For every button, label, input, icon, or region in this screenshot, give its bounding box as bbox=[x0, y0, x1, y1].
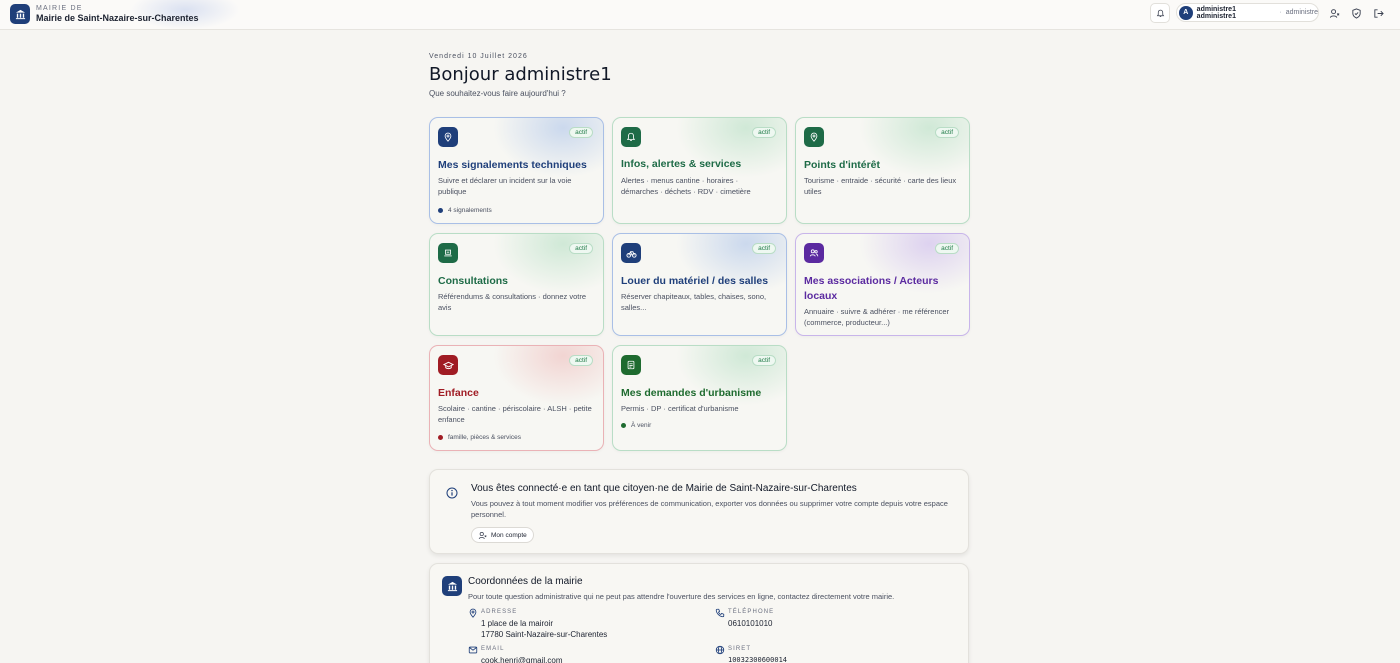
info-icon bbox=[446, 487, 458, 499]
contact-title: Coordonnées de la mairie bbox=[468, 576, 583, 587]
profile-settings-icon[interactable] bbox=[1328, 7, 1340, 19]
card-footnote-text: À venir bbox=[631, 422, 652, 429]
phone-field: TÉLÉPHONE 0610101010 bbox=[715, 608, 775, 629]
status-badge: actif bbox=[752, 243, 776, 254]
card-footnote-text: famille, pièces & services bbox=[448, 434, 521, 441]
info-description: Vous pouvez à tout moment modifier vos p… bbox=[471, 499, 948, 519]
card-infos[interactable]: actif Infos, alertes & services Alertes … bbox=[612, 117, 787, 224]
user-separator: · bbox=[1279, 9, 1282, 16]
address-line-1: 1 place de la mairoir bbox=[481, 619, 554, 628]
notifications-button[interactable] bbox=[1150, 3, 1170, 23]
card-title: Mes demandes d'urbanisme bbox=[621, 387, 762, 399]
card-description: Alertes · menus cantine · horaires · dém… bbox=[621, 176, 751, 196]
card-description: Réserver chapiteaux, tables, chaises, so… bbox=[621, 292, 767, 312]
address-line-2: 17780 Saint-Nazaire-sur-Charentes bbox=[481, 630, 608, 639]
status-badge: actif bbox=[752, 127, 776, 138]
card-title: Louer du matériel / des salles bbox=[621, 275, 769, 287]
card-urbanisme[interactable]: actif Mes demandes d'urbanisme Permis · … bbox=[612, 345, 787, 451]
card-description: Scolaire · cantine · périscolaire · ALSH… bbox=[438, 404, 592, 424]
card-description: Permis · DP · certificat d'urbanisme bbox=[621, 404, 739, 413]
page-title: Bonjour administre1 bbox=[429, 64, 612, 85]
current-date: Vendredi 10 Juillet 2026 bbox=[429, 53, 528, 60]
user-settings-icon bbox=[478, 531, 487, 539]
card-description: Suivre et déclarer un incident sur la vo… bbox=[438, 176, 572, 196]
card-title: Enfance bbox=[438, 387, 479, 399]
card-enfance[interactable]: actif Enfance Scolaire · cantine · péris… bbox=[429, 345, 604, 451]
map-pin-icon bbox=[438, 127, 458, 147]
phone-value[interactable]: 0610101010 bbox=[728, 618, 774, 629]
status-dot bbox=[438, 208, 443, 213]
phone-icon bbox=[715, 608, 725, 618]
status-badge: actif bbox=[752, 355, 776, 366]
status-badge: actif bbox=[935, 127, 959, 138]
card-location-materiel[interactable]: actif Louer du matériel / des salles Rés… bbox=[612, 233, 787, 336]
email-label: EMAIL bbox=[481, 646, 505, 652]
ballot-icon bbox=[438, 243, 458, 263]
graduation-cap-icon bbox=[438, 355, 458, 375]
siret-field: SIRET 10032300600014 bbox=[715, 645, 788, 663]
map-pin-icon bbox=[804, 127, 824, 147]
email-value[interactable]: cook.henri@gmail.com bbox=[481, 655, 562, 663]
user-menu[interactable]: A administre1 administre1 · administre bbox=[1176, 3, 1319, 22]
logout-icon[interactable] bbox=[1372, 7, 1384, 19]
card-associations[interactable]: actif Mes associations / Acteurs locaux … bbox=[795, 233, 970, 336]
status-badge: actif bbox=[935, 243, 959, 254]
card-signalements[interactable]: actif Mes signalements techniques Suivre… bbox=[429, 117, 604, 224]
town-hall-icon bbox=[10, 4, 30, 24]
card-consultations[interactable]: actif Consultations Référendums & consul… bbox=[429, 233, 604, 336]
card-title: Mes signalements techniques bbox=[438, 159, 587, 171]
card-title: Points d'intérêt bbox=[804, 159, 881, 171]
globe-icon bbox=[715, 645, 725, 655]
citizen-info-panel: Vous êtes connecté·e en tant que citoyen… bbox=[429, 469, 969, 554]
top-bar: MAIRIE DE Mairie de Saint-Nazaire-sur-Ch… bbox=[0, 0, 1400, 30]
card-points-interet[interactable]: actif Points d'intérêt Tourisme · entrai… bbox=[795, 117, 970, 224]
card-title: Consultations bbox=[438, 275, 508, 287]
mail-icon bbox=[468, 646, 478, 654]
status-badge: actif bbox=[569, 243, 593, 254]
bicycle-icon bbox=[621, 243, 641, 263]
shield-icon[interactable] bbox=[1350, 7, 1362, 19]
document-icon bbox=[621, 355, 641, 375]
status-badge: actif bbox=[569, 355, 593, 366]
card-description: Tourisme · entraide · sécurité · carte d… bbox=[804, 176, 957, 196]
card-description: Référendums & consultations · donnez vot… bbox=[438, 292, 586, 312]
status-dot bbox=[621, 423, 626, 428]
users-icon bbox=[804, 243, 824, 263]
address-field: ADRESSE 1 place de la mairoir 17780 Sain… bbox=[469, 608, 608, 640]
siret-label: SIRET bbox=[728, 646, 752, 652]
brand-kicker: MAIRIE DE bbox=[36, 4, 83, 12]
town-hall-icon bbox=[442, 576, 462, 596]
map-pin-icon bbox=[469, 608, 477, 618]
contact-description: Pour toute question administrative qui n… bbox=[468, 592, 895, 601]
status-badge: actif bbox=[569, 127, 593, 138]
status-dot bbox=[438, 435, 443, 440]
user-name: administre1 administre1 bbox=[1196, 5, 1236, 20]
avatar: A bbox=[1179, 5, 1193, 20]
brand[interactable]: MAIRIE DE Mairie de Saint-Nazaire-sur-Ch… bbox=[10, 4, 199, 24]
info-title: Vous êtes connecté·e en tant que citoyen… bbox=[471, 483, 857, 494]
card-description: Annuaire · suivre & adhérer · me référen… bbox=[804, 307, 950, 327]
card-title: Infos, alertes & services bbox=[621, 158, 742, 170]
bell-icon bbox=[1156, 9, 1164, 17]
card-footnote-text: 4 signalements bbox=[448, 207, 492, 214]
my-account-button[interactable]: Mon compte bbox=[471, 527, 534, 543]
user-role: administre bbox=[1285, 9, 1318, 16]
bell-icon bbox=[621, 127, 641, 147]
siret-value: 10032300600014 bbox=[728, 656, 788, 663]
contact-panel: Coordonnées de la mairie Pour toute ques… bbox=[429, 563, 969, 663]
brand-name: Mairie de Saint-Nazaire-sur-Charentes bbox=[36, 12, 199, 23]
page-subtitle: Que souhaitez-vous faire aujourd'hui ? bbox=[429, 89, 566, 98]
address-label: ADRESSE bbox=[481, 609, 518, 615]
email-field: EMAIL cook.henri@gmail.com bbox=[468, 646, 562, 663]
card-title: Mes associations / Acteurs locaux bbox=[804, 275, 939, 302]
card-footnote: famille, pièces & services bbox=[438, 434, 521, 441]
my-account-label: Mon compte bbox=[491, 531, 527, 539]
phone-label: TÉLÉPHONE bbox=[728, 609, 775, 615]
card-footnote: À venir bbox=[621, 422, 651, 429]
card-footnote: 4 signalements bbox=[438, 207, 492, 214]
